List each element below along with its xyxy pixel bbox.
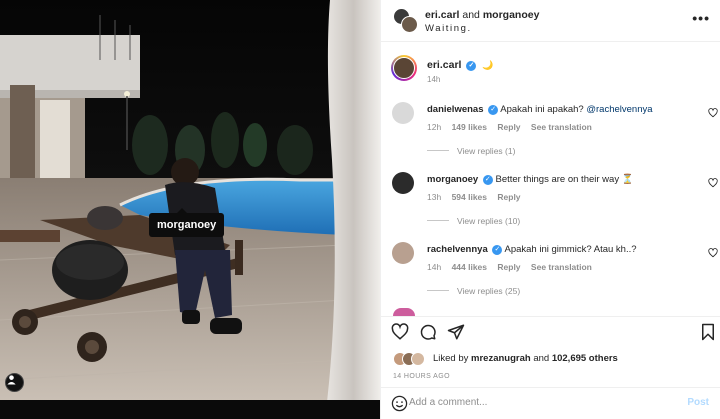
post-side-panel: eri.carl and morganoey Waiting. ••• eri.… — [380, 0, 720, 419]
comment-text-row: morganoey ✓ Better things are on their w… — [427, 174, 697, 185]
comment-text: Apakah ini apakah? — [500, 104, 584, 115]
comment-text: Better things are on their way ⏳ — [495, 174, 634, 185]
comment-likes[interactable]: 594 likes — [452, 192, 487, 202]
caption-avatar[interactable] — [391, 55, 417, 81]
comment-text-row: rachelvennya ✓ Apakah ini gimmick? Atau … — [427, 244, 697, 255]
header-connector: and — [462, 9, 480, 21]
user-tag-label[interactable]: morganoey — [149, 208, 225, 237]
comment-icon[interactable] — [419, 323, 437, 341]
comment-text: Apakah ini gimmick? Atau kh..? — [504, 244, 637, 255]
photo-scene — [0, 0, 380, 419]
caption-emoji: 🌙 — [482, 60, 494, 70]
header-subtitle: Waiting. — [425, 23, 472, 34]
heart-icon[interactable] — [391, 323, 409, 341]
reply-button[interactable]: Reply — [497, 122, 520, 132]
comment-likes[interactable]: 444 likes — [452, 262, 487, 272]
verified-badge-icon: ✓ — [492, 245, 503, 255]
comment-meta: 12h 149 likes Reply See translation — [427, 122, 600, 132]
add-comment-bar: Add a comment... Post — [381, 387, 720, 419]
smiley-icon[interactable] — [391, 395, 408, 412]
comment-avatar[interactable] — [392, 102, 414, 124]
view-replies-button[interactable]: View replies (25) — [427, 286, 520, 296]
heart-icon[interactable] — [708, 178, 718, 188]
post-action-bar — [381, 316, 720, 346]
heart-icon[interactable] — [708, 248, 718, 258]
verified-badge-icon: ✓ — [482, 175, 493, 185]
comment-username[interactable]: rachelvennya — [427, 244, 488, 255]
send-icon[interactable] — [447, 323, 465, 341]
avatar[interactable] — [401, 16, 418, 33]
verified-badge-icon: ✓ — [488, 105, 499, 115]
comment-time[interactable]: 12h — [427, 122, 441, 132]
view-replies-button[interactable]: View replies (1) — [427, 146, 515, 156]
likes-and: and — [533, 353, 550, 364]
collab-avatars[interactable] — [393, 8, 418, 33]
comment-mention[interactable]: @rachelvennya — [586, 104, 652, 115]
comment-avatar[interactable] — [392, 242, 414, 264]
comment-username[interactable]: morganoey — [427, 174, 478, 185]
comment-avatar[interactable] — [392, 172, 414, 194]
avatar — [411, 352, 425, 366]
comment-avatar[interactable] — [393, 308, 415, 316]
comment-input[interactable]: Add a comment... — [409, 397, 487, 408]
verified-badge-icon: ✓ — [466, 61, 477, 71]
reply-button[interactable]: Reply — [497, 262, 520, 272]
liker-avatars[interactable] — [393, 352, 429, 366]
heart-icon[interactable] — [708, 108, 718, 118]
bookmark-icon[interactable] — [699, 323, 717, 341]
likes-text: Liked by mrezanugrah and 102,695 others — [433, 353, 618, 364]
reply-button[interactable]: Reply — [497, 192, 520, 202]
caption-time[interactable]: 14h — [427, 75, 440, 84]
comment-time[interactable]: 14h — [427, 262, 441, 272]
comment-meta: 13h 594 likes Reply — [427, 192, 529, 202]
see-translation-button[interactable]: See translation — [531, 122, 592, 132]
comment-likes[interactable]: 149 likes — [452, 122, 487, 132]
likes-prefix: Liked by — [433, 353, 469, 364]
user-tag-icon[interactable] — [5, 373, 24, 392]
comment-item: rachelvennya ✓ Apakah ini gimmick? Atau … — [381, 242, 720, 302]
likes-user[interactable]: mrezanugrah — [471, 353, 531, 364]
more-horizontal-icon[interactable]: ••• — [692, 10, 710, 26]
caption-username[interactable]: eri.carl — [427, 59, 461, 71]
comment-item: danielwenas ✓ Apakah ini apakah? @rachel… — [381, 102, 720, 162]
likes-count[interactable]: 102,695 others — [552, 353, 618, 364]
likes-summary: Liked by mrezanugrah and 102,695 others — [381, 350, 720, 368]
comment-meta: 14h 444 likes Reply See translation — [427, 262, 600, 272]
view-replies-button[interactable]: View replies (10) — [427, 216, 520, 226]
comment-item: morganoey ✓ Better things are on their w… — [381, 172, 720, 232]
header-user1[interactable]: eri.carl — [425, 9, 459, 21]
post-timestamp[interactable]: 14 HOURS AGO — [393, 373, 450, 380]
collab-names: eri.carl and morganoey — [425, 9, 539, 21]
caption-username-row: eri.carl ✓ 🌙 — [427, 59, 494, 71]
user-silhouette-icon — [7, 375, 16, 385]
comment-time[interactable]: 13h — [427, 192, 441, 202]
comment-text-row: danielwenas ✓ Apakah ini apakah? @rachel… — [427, 104, 697, 115]
post-photo[interactable]: morganoey — [0, 0, 380, 419]
comment-username[interactable]: danielwenas — [427, 104, 484, 115]
post-header: eri.carl and morganoey Waiting. ••• — [381, 0, 720, 42]
see-translation-button[interactable]: See translation — [531, 262, 592, 272]
header-user2[interactable]: morganoey — [483, 9, 540, 21]
post-button[interactable]: Post — [687, 397, 709, 408]
